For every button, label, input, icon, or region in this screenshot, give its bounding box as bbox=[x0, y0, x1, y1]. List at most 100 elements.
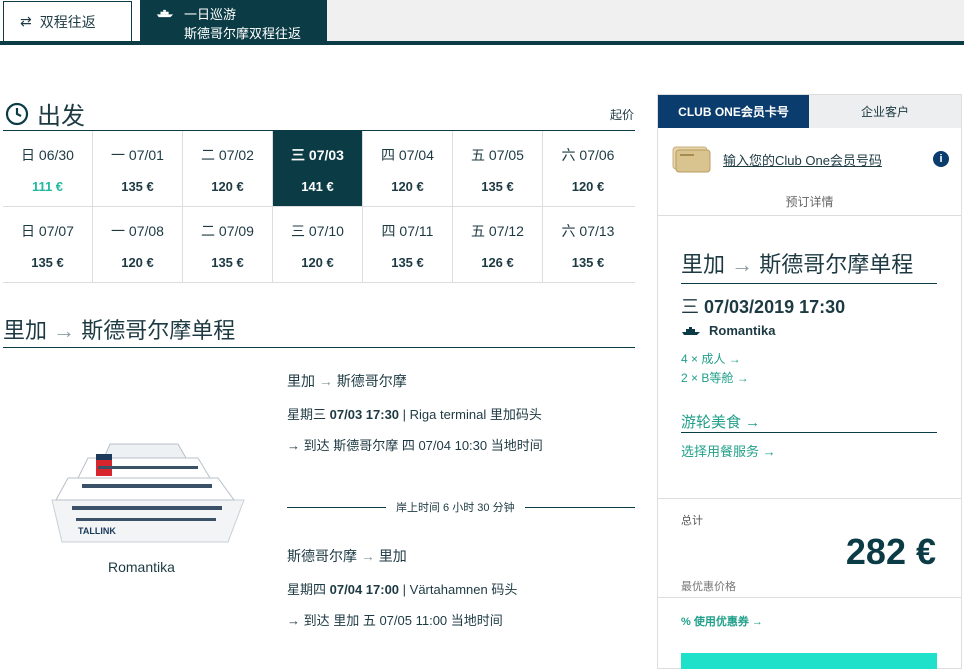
date-cell-price: 120 € bbox=[391, 179, 424, 194]
route-to: 斯德哥尔摩单程 bbox=[81, 318, 236, 343]
info-icon[interactable]: i bbox=[933, 151, 949, 167]
leg-outbound-route: 里加 → 斯德哥尔摩 bbox=[287, 371, 543, 391]
panel-route-title: 里加 → 斯德哥尔摩单程 bbox=[681, 247, 937, 284]
date-cell-price: 135 € bbox=[31, 255, 64, 270]
date-cell-price: 120 € bbox=[211, 179, 244, 194]
date-cell[interactable]: 日 07/07 135 € bbox=[3, 207, 93, 282]
date-cell-price: 135 € bbox=[121, 179, 154, 194]
date-cell-date: 六 07/06 bbox=[561, 147, 615, 163]
panel-route-to: 斯德哥尔摩单程 bbox=[759, 252, 914, 277]
ship-icon bbox=[156, 9, 174, 18]
date-cell-date: 一 07/01 bbox=[111, 147, 164, 163]
leg-outbound-to: 斯德哥尔摩 bbox=[336, 373, 407, 389]
date-cell[interactable]: 二 07/02 120 € bbox=[183, 131, 273, 206]
date-cell-price: 141 € bbox=[301, 179, 334, 194]
leg-return-day: 星期四 bbox=[287, 582, 327, 597]
tab-club-one[interactable]: CLUB ONE会员卡号 bbox=[658, 95, 809, 128]
route-title: 里加 → 斯德哥尔摩单程 bbox=[3, 313, 635, 348]
date-cell-date: 日 07/07 bbox=[21, 223, 74, 239]
from-price-label: 起价 bbox=[609, 108, 634, 122]
date-cell-date: 四 07/04 bbox=[381, 147, 434, 163]
date-cell-date: 六 07/13 bbox=[561, 223, 615, 239]
leg-return-arrival: → 到达 里加 五 07/05 11:00 当地时间 bbox=[287, 613, 503, 628]
club-card-icon bbox=[672, 146, 711, 173]
date-cell-date: 二 07/02 bbox=[201, 147, 254, 163]
date-cell-price: 120 € bbox=[571, 179, 605, 194]
leg-return-to: 里加 bbox=[378, 548, 407, 564]
date-cell[interactable]: 三 07/03 141 € bbox=[273, 131, 363, 206]
ship-logo-text: TALLINK bbox=[78, 526, 116, 536]
tab-roundtrip[interactable]: ⇄ 双程往返 bbox=[3, 1, 132, 41]
date-cell-date: 日 06/30 bbox=[21, 147, 74, 163]
leg-return-from: 斯德哥尔摩 bbox=[287, 548, 357, 564]
panel-departure-date: 三 07/03/2019 17:30 bbox=[681, 293, 845, 319]
date-cell-price: 135 € bbox=[571, 255, 605, 270]
tab-roundtrip-label: 双程往返 bbox=[39, 13, 96, 30]
week-row: 日 07/07 135 € 一 07/08 120 € 二 07/09 135 € 三 07… bbox=[3, 207, 635, 283]
date-cell-price: 120 € bbox=[121, 255, 154, 270]
tab-cruise-line1: 一日巡游 bbox=[184, 7, 237, 22]
best-price-label: 最优惠价格 bbox=[681, 581, 736, 593]
leg-outbound-arrival: → 到达 斯德哥尔摩 四 07/04 10:30 当地时间 bbox=[287, 438, 543, 453]
date-cell[interactable]: 四 07/11 135 € bbox=[363, 207, 453, 282]
booking-details-label: 预订详情 bbox=[785, 195, 834, 209]
panel-route-from: 里加 bbox=[681, 252, 726, 277]
club-one-link[interactable]: 输入您的Club One会员号码 bbox=[723, 150, 882, 169]
date-cell-price: 126 € bbox=[481, 255, 514, 270]
date-cell-price: 111 € bbox=[31, 179, 64, 194]
date-cell[interactable]: 五 07/12 126 € bbox=[453, 207, 543, 282]
total-label: 总计 bbox=[681, 515, 703, 527]
leg-outbound-datetime: 07/03 17:30 bbox=[329, 407, 400, 422]
week-row: 日 06/30 111 € 一 07/01 135 € 二 07/02 120 € 三 07… bbox=[3, 131, 635, 207]
date-price-grid: 日 06/30 111 € 一 07/01 135 € 二 07/02 120 € 三 07… bbox=[3, 130, 635, 283]
panel-ship: Romantika bbox=[681, 323, 775, 338]
shore-time-label: 岸上时间 6 小时 30 分钟 bbox=[386, 499, 525, 515]
date-cell[interactable]: 一 07/01 135 € bbox=[93, 131, 183, 206]
coupon-link[interactable]: % 使用优惠券 → bbox=[681, 613, 763, 629]
leg-return-datetime: 07/04 17:00 bbox=[329, 582, 400, 597]
leg-outbound-from: 里加 bbox=[287, 373, 315, 389]
leg-return-arrow: → bbox=[360, 548, 375, 564]
ship-image: TALLINK bbox=[51, 443, 245, 543]
clock-icon bbox=[5, 102, 29, 125]
date-cell-price: 135 € bbox=[391, 255, 424, 270]
tab-corporate[interactable]: 企业客户 bbox=[809, 95, 961, 128]
leg-outbound-day: 星期三 bbox=[287, 407, 327, 422]
leg-return: 斯德哥尔摩 → 里加 星期四 07/04 17:00 | Värtahamnen… bbox=[287, 546, 517, 629]
date-cell-date: 二 07/09 bbox=[201, 223, 254, 239]
date-cell[interactable]: 二 07/09 135 € bbox=[183, 207, 273, 282]
date-cell[interactable]: 一 07/08 120 € bbox=[93, 207, 183, 282]
date-cell-price: 135 € bbox=[481, 179, 514, 194]
leg-return-departure: 星期四 07/04 17:00 | Värtahamnen 码头 bbox=[287, 579, 517, 598]
tab-day-cruise[interactable]: 一日巡游 斯德哥尔摩双程往返 bbox=[140, 0, 327, 41]
panel-route-arrow: → bbox=[731, 252, 754, 277]
panel-date-value: 07/03/2019 17:30 bbox=[704, 297, 846, 317]
dining-link[interactable]: 游轮美食 → bbox=[681, 411, 937, 433]
adults-link[interactable]: 4 × 成人 → bbox=[681, 350, 741, 367]
date-cell-price: 120 € bbox=[301, 255, 334, 270]
cabin-link[interactable]: 2 × B等舱 → bbox=[681, 369, 749, 386]
date-cell[interactable]: 四 07/04 120 € bbox=[363, 131, 453, 206]
date-cell-date: 四 07/11 bbox=[381, 223, 434, 239]
date-cell[interactable]: 五 07/05 135 € bbox=[453, 131, 543, 206]
meal-service-link[interactable]: 选择用餐服务 → bbox=[681, 441, 776, 460]
date-cell-date: 三 07/03 bbox=[291, 147, 344, 163]
swap-arrows-icon: ⇄ bbox=[20, 13, 32, 29]
date-cell[interactable]: 六 07/13 135 € bbox=[543, 207, 633, 282]
panel-ship-name: Romantika bbox=[709, 323, 776, 338]
panel-tabs: CLUB ONE会员卡号 企业客户 bbox=[658, 95, 961, 128]
continue-button[interactable] bbox=[681, 653, 937, 669]
date-cell-date: 一 07/08 bbox=[111, 223, 164, 239]
booking-summary-panel: CLUB ONE会员卡号 企业客户 输入您的Club One会员号码 i 预订详… bbox=[657, 94, 962, 669]
date-cell[interactable]: 三 07/10 120 € bbox=[273, 207, 363, 282]
date-cell-date: 五 07/05 bbox=[471, 147, 524, 163]
total-amount: 282 € bbox=[845, 531, 936, 572]
leg-outbound-departure: 星期三 07/03 17:30 | Riga terminal 里加码头 bbox=[287, 404, 543, 423]
ship-icon bbox=[682, 326, 700, 335]
date-cell[interactable]: 日 06/30 111 € bbox=[3, 131, 93, 206]
date-cell[interactable]: 六 07/06 120 € bbox=[543, 131, 633, 206]
club-one-row: 输入您的Club One会员号码 i bbox=[671, 145, 951, 173]
booking-details-divider bbox=[658, 215, 961, 216]
date-cell-price: 135 € bbox=[211, 255, 244, 270]
leg-outbound: 里加 → 斯德哥尔摩 星期三 07/03 17:30 | Riga termin… bbox=[287, 371, 543, 454]
